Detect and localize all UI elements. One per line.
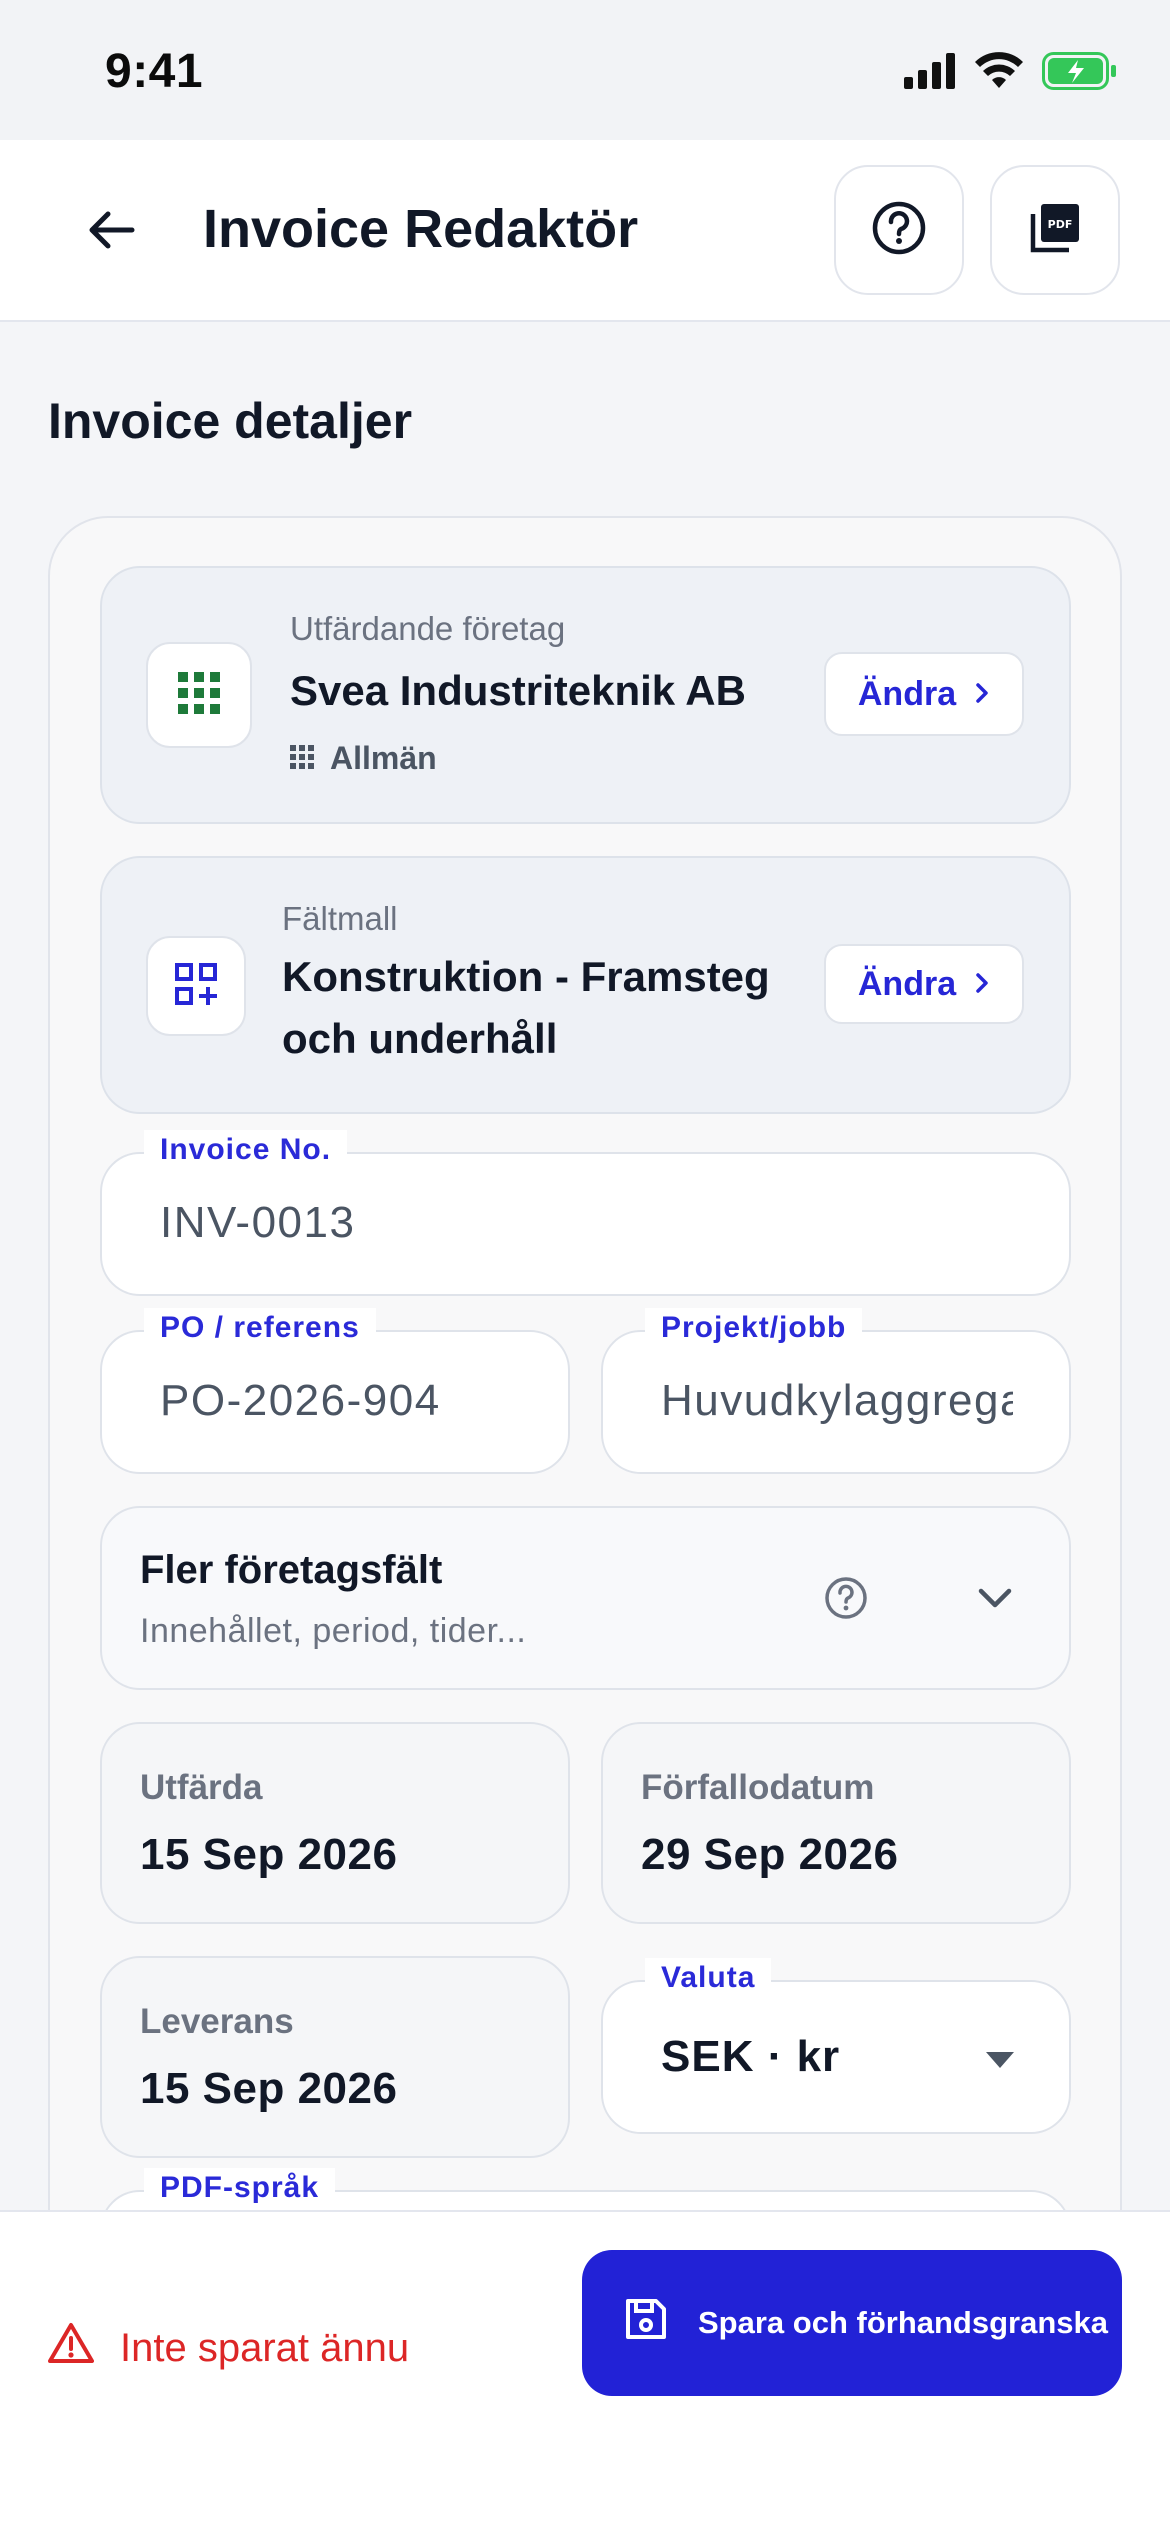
- po-reference-label: PO / referens: [144, 1308, 376, 1348]
- project-value: Huvudkylaggregat: [661, 1376, 1013, 1425]
- template-name-line2: och underhåll: [282, 1015, 558, 1062]
- invoice-number-label: Invoice No.: [144, 1130, 348, 1170]
- project-label: Projekt/jobb: [645, 1308, 863, 1348]
- currency-value: SEK · kr: [661, 2032, 841, 2081]
- currency-label: Valuta: [645, 1958, 772, 1998]
- currency-select[interactable]: Valuta SEK · kr: [601, 1958, 1071, 2134]
- po-reference-value: PO-2026-904: [160, 1376, 441, 1425]
- caret-down-icon: [984, 2050, 1016, 2075]
- bottom-action-bar: Inte sparat ännu Spara och förhandsgrans…: [0, 2210, 1170, 2532]
- company-label: Utfärdande företag: [290, 610, 566, 647]
- invoice-number-field[interactable]: Invoice No. INV-0013: [100, 1130, 1071, 1296]
- unsaved-warning: Inte sparat ännu: [48, 2322, 409, 2374]
- signal-icon: [904, 53, 956, 94]
- chevron-down-icon[interactable]: [977, 1586, 1013, 1615]
- delivery-date-field[interactable]: Leverans 15 Sep 2026: [100, 1956, 570, 2158]
- more-company-fields-toggle[interactable]: Fler företagsfält Innehållet, period, ti…: [100, 1506, 1071, 1690]
- app-header: Invoice Redaktör PDF: [0, 140, 1170, 322]
- add-grid-icon: [175, 962, 217, 1010]
- delivery-date-label: Leverans: [140, 2002, 294, 2041]
- field-template-card[interactable]: Fältmall Konstruktion - Framsteg och und…: [100, 856, 1071, 1114]
- chevron-right-icon: [974, 675, 990, 714]
- unsaved-warning-text: Inte sparat ännu: [120, 2325, 410, 2370]
- issuing-company-card[interactable]: Utfärdande företag Svea Industriteknik A…: [100, 566, 1071, 824]
- change-company-button[interactable]: Ändra: [824, 652, 1024, 736]
- chevron-right-icon: [974, 965, 990, 1004]
- more-fields-title: Fler företagsfält: [140, 1548, 443, 1592]
- company-name: Svea Industriteknik AB: [290, 667, 746, 714]
- change-template-button[interactable]: Ändra: [824, 944, 1024, 1024]
- due-date-field[interactable]: Förfallodatum 29 Sep 2026: [601, 1722, 1071, 1924]
- change-template-label: Ändra: [857, 964, 957, 1003]
- status-icons: [904, 52, 1118, 95]
- svg-text:PDF: PDF: [1048, 218, 1073, 231]
- page-title: Invoice Redaktör: [203, 199, 639, 259]
- warning-triangle-icon: [48, 2322, 94, 2374]
- arrow-left-icon: [88, 210, 136, 255]
- help-circle-icon[interactable]: [824, 1576, 868, 1625]
- more-fields-subtitle: Innehållet, period, tider...: [140, 1612, 527, 1650]
- small-grid-icon: [290, 740, 314, 777]
- template-label: Fältmall: [282, 900, 398, 937]
- issue-date-value: 15 Sep 2026: [140, 1830, 398, 1879]
- wifi-icon: [974, 52, 1024, 95]
- save-preview-button[interactable]: Spara och förhandsgranska: [582, 2250, 1122, 2396]
- pdf-icon: PDF: [1027, 200, 1083, 261]
- grid-icon: [178, 671, 220, 719]
- project-field[interactable]: Projekt/jobb Huvudkylaggregat: [601, 1308, 1071, 1474]
- delivery-date-value: 15 Sep 2026: [140, 2064, 398, 2113]
- status-time: 9:41: [105, 45, 204, 98]
- issue-date-label: Utfärda: [140, 1768, 263, 1807]
- help-button[interactable]: [834, 165, 964, 295]
- save-preview-label: Spara och förhandsgranska: [698, 2305, 1109, 2340]
- po-reference-field[interactable]: PO / referens PO-2026-904: [100, 1308, 570, 1474]
- pdf-language-label: PDF-språk: [144, 2168, 336, 2208]
- battery-icon: [1042, 52, 1118, 95]
- issue-date-field[interactable]: Utfärda 15 Sep 2026: [100, 1722, 570, 1924]
- company-category-label: Allmän: [330, 740, 437, 776]
- status-bar: 9:41: [0, 0, 1170, 140]
- change-company-label: Ändra: [857, 674, 957, 713]
- company-category: Allmän: [290, 740, 437, 777]
- save-icon: [624, 2297, 668, 2349]
- template-name-line1: Konstruktion - Framsteg: [282, 953, 770, 1000]
- back-button[interactable]: [70, 190, 154, 274]
- due-date-value: 29 Sep 2026: [641, 1830, 899, 1879]
- help-circle-icon: [871, 200, 927, 261]
- pdf-button[interactable]: PDF: [990, 165, 1120, 295]
- company-icon-box: [146, 642, 252, 748]
- invoice-number-value: INV-0013: [160, 1198, 356, 1247]
- due-date-label: Förfallodatum: [641, 1768, 875, 1807]
- template-icon-box: [146, 936, 246, 1036]
- section-title: Invoice detaljer: [48, 393, 413, 449]
